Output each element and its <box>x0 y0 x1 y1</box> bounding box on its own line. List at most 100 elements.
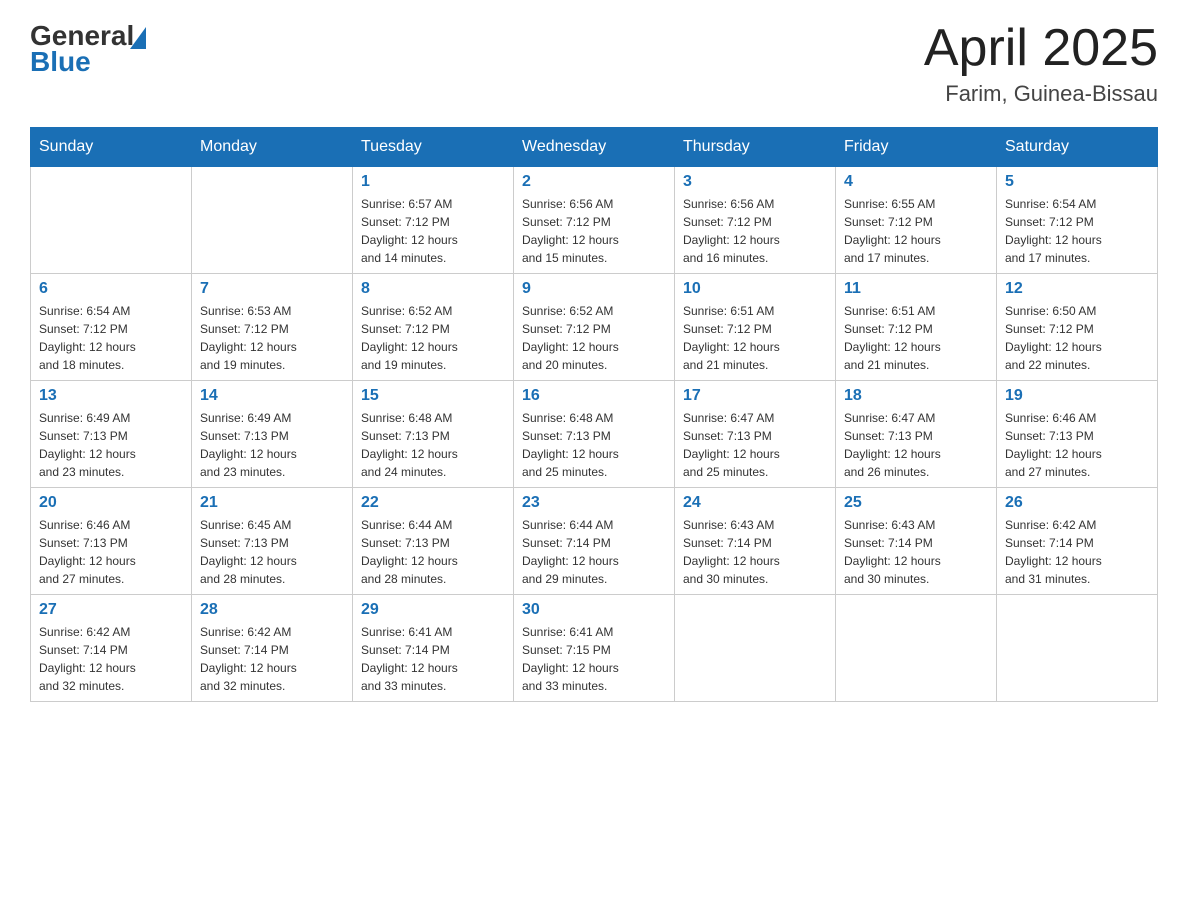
day-number: 2 <box>522 173 666 191</box>
calendar-cell: 16 Sunrise: 6:48 AM Sunset: 7:13 PM Dayli… <box>514 381 675 488</box>
day-info: Sunrise: 6:42 AM Sunset: 7:14 PM Dayligh… <box>39 623 183 695</box>
calendar-week-row: 27 Sunrise: 6:42 AM Sunset: 7:14 PM Dayli… <box>31 595 1158 702</box>
day-info: Sunrise: 6:52 AM Sunset: 7:12 PM Dayligh… <box>522 302 666 374</box>
day-number: 4 <box>844 173 988 191</box>
calendar-week-row: 13 Sunrise: 6:49 AM Sunset: 7:13 PM Dayli… <box>31 381 1158 488</box>
calendar-cell: 20 Sunrise: 6:46 AM Sunset: 7:13 PM Dayli… <box>31 488 192 595</box>
day-info: Sunrise: 6:49 AM Sunset: 7:13 PM Dayligh… <box>200 409 344 481</box>
calendar-cell <box>192 167 353 274</box>
day-info: Sunrise: 6:51 AM Sunset: 7:12 PM Dayligh… <box>844 302 988 374</box>
day-number: 24 <box>683 494 827 512</box>
calendar-cell: 7 Sunrise: 6:53 AM Sunset: 7:12 PM Daylig… <box>192 274 353 381</box>
calendar-cell: 29 Sunrise: 6:41 AM Sunset: 7:14 PM Dayli… <box>353 595 514 702</box>
calendar-cell: 2 Sunrise: 6:56 AM Sunset: 7:12 PM Daylig… <box>514 167 675 274</box>
day-info: Sunrise: 6:53 AM Sunset: 7:12 PM Dayligh… <box>200 302 344 374</box>
day-info: Sunrise: 6:41 AM Sunset: 7:15 PM Dayligh… <box>522 623 666 695</box>
day-info: Sunrise: 6:50 AM Sunset: 7:12 PM Dayligh… <box>1005 302 1149 374</box>
calendar-cell: 1 Sunrise: 6:57 AM Sunset: 7:12 PM Daylig… <box>353 167 514 274</box>
day-number: 12 <box>1005 280 1149 298</box>
day-info: Sunrise: 6:44 AM Sunset: 7:13 PM Dayligh… <box>361 516 505 588</box>
calendar-cell: 30 Sunrise: 6:41 AM Sunset: 7:15 PM Dayli… <box>514 595 675 702</box>
day-number: 1 <box>361 173 505 191</box>
day-number: 26 <box>1005 494 1149 512</box>
page-header: General Blue April 2025 Farim, Guinea-Bi… <box>30 20 1158 107</box>
day-number: 10 <box>683 280 827 298</box>
calendar-week-row: 20 Sunrise: 6:46 AM Sunset: 7:13 PM Dayli… <box>31 488 1158 595</box>
day-number: 25 <box>844 494 988 512</box>
logo-blue-text: Blue <box>30 46 91 78</box>
calendar-title: April 2025 <box>924 20 1158 77</box>
day-info: Sunrise: 6:56 AM Sunset: 7:12 PM Dayligh… <box>522 195 666 267</box>
calendar-cell <box>675 595 836 702</box>
day-number: 7 <box>200 280 344 298</box>
day-number: 17 <box>683 387 827 405</box>
calendar-cell: 27 Sunrise: 6:42 AM Sunset: 7:14 PM Dayli… <box>31 595 192 702</box>
calendar-week-row: 1 Sunrise: 6:57 AM Sunset: 7:12 PM Daylig… <box>31 167 1158 274</box>
day-info: Sunrise: 6:42 AM Sunset: 7:14 PM Dayligh… <box>200 623 344 695</box>
day-number: 30 <box>522 601 666 619</box>
day-info: Sunrise: 6:45 AM Sunset: 7:13 PM Dayligh… <box>200 516 344 588</box>
calendar-cell: 3 Sunrise: 6:56 AM Sunset: 7:12 PM Daylig… <box>675 167 836 274</box>
day-number: 14 <box>200 387 344 405</box>
day-info: Sunrise: 6:47 AM Sunset: 7:13 PM Dayligh… <box>844 409 988 481</box>
day-info: Sunrise: 6:41 AM Sunset: 7:14 PM Dayligh… <box>361 623 505 695</box>
day-info: Sunrise: 6:43 AM Sunset: 7:14 PM Dayligh… <box>844 516 988 588</box>
calendar-cell: 14 Sunrise: 6:49 AM Sunset: 7:13 PM Dayli… <box>192 381 353 488</box>
day-info: Sunrise: 6:46 AM Sunset: 7:13 PM Dayligh… <box>39 516 183 588</box>
day-of-week-header: Saturday <box>997 128 1158 167</box>
calendar-cell: 13 Sunrise: 6:49 AM Sunset: 7:13 PM Dayli… <box>31 381 192 488</box>
day-number: 16 <box>522 387 666 405</box>
calendar-cell: 21 Sunrise: 6:45 AM Sunset: 7:13 PM Dayli… <box>192 488 353 595</box>
day-number: 3 <box>683 173 827 191</box>
calendar-cell <box>836 595 997 702</box>
logo-triangle-icon <box>130 27 146 49</box>
day-number: 23 <box>522 494 666 512</box>
day-number: 8 <box>361 280 505 298</box>
day-number: 19 <box>1005 387 1149 405</box>
calendar-cell: 6Sunrise: 6:54 AM Sunset: 7:12 PM Daylig… <box>31 274 192 381</box>
day-of-week-header: Wednesday <box>514 128 675 167</box>
day-number: 20 <box>39 494 183 512</box>
day-number: 15 <box>361 387 505 405</box>
calendar-cell: 11 Sunrise: 6:51 AM Sunset: 7:12 PM Dayli… <box>836 274 997 381</box>
day-info: Sunrise: 6:42 AM Sunset: 7:14 PM Dayligh… <box>1005 516 1149 588</box>
day-number: 13 <box>39 387 183 405</box>
day-info: Sunrise: 6:48 AM Sunset: 7:13 PM Dayligh… <box>522 409 666 481</box>
day-info: Sunrise: 6:51 AM Sunset: 7:12 PM Dayligh… <box>683 302 827 374</box>
day-number: 11 <box>844 280 988 298</box>
title-block: April 2025 Farim, Guinea-Bissau <box>924 20 1158 107</box>
day-info: Sunrise: 6:47 AM Sunset: 7:13 PM Dayligh… <box>683 409 827 481</box>
day-info: Sunrise: 6:57 AM Sunset: 7:12 PM Dayligh… <box>361 195 505 267</box>
calendar-cell: 10 Sunrise: 6:51 AM Sunset: 7:12 PM Dayli… <box>675 274 836 381</box>
calendar-cell: 25 Sunrise: 6:43 AM Sunset: 7:14 PM Dayli… <box>836 488 997 595</box>
day-number: 29 <box>361 601 505 619</box>
day-info: Sunrise: 6:52 AM Sunset: 7:12 PM Dayligh… <box>361 302 505 374</box>
calendar-cell: 22Sunrise: 6:44 AM Sunset: 7:13 PM Dayli… <box>353 488 514 595</box>
calendar-cell: 12 Sunrise: 6:50 AM Sunset: 7:12 PM Dayli… <box>997 274 1158 381</box>
calendar-table: SundayMondayTuesdayWednesdayThursdayFrid… <box>30 127 1158 702</box>
day-of-week-header: Friday <box>836 128 997 167</box>
day-number: 9 <box>522 280 666 298</box>
day-info: Sunrise: 6:54 AM Sunset: 7:12 PM Dayligh… <box>1005 195 1149 267</box>
day-info: Sunrise: 6:56 AM Sunset: 7:12 PM Dayligh… <box>683 195 827 267</box>
day-number: 21 <box>200 494 344 512</box>
calendar-cell: 23 Sunrise: 6:44 AM Sunset: 7:14 PM Dayli… <box>514 488 675 595</box>
day-info: Sunrise: 6:43 AM Sunset: 7:14 PM Dayligh… <box>683 516 827 588</box>
calendar-cell: 28Sunrise: 6:42 AM Sunset: 7:14 PM Dayli… <box>192 595 353 702</box>
day-number: 27 <box>39 601 183 619</box>
day-info: Sunrise: 6:44 AM Sunset: 7:14 PM Dayligh… <box>522 516 666 588</box>
calendar-subtitle: Farim, Guinea-Bissau <box>924 81 1158 107</box>
calendar-cell <box>997 595 1158 702</box>
calendar-cell: 17 Sunrise: 6:47 AM Sunset: 7:13 PM Dayli… <box>675 381 836 488</box>
day-info: Sunrise: 6:46 AM Sunset: 7:13 PM Dayligh… <box>1005 409 1149 481</box>
day-number: 18 <box>844 387 988 405</box>
day-info: Sunrise: 6:49 AM Sunset: 7:13 PM Dayligh… <box>39 409 183 481</box>
calendar-cell: 24 Sunrise: 6:43 AM Sunset: 7:14 PM Dayli… <box>675 488 836 595</box>
calendar-cell: 4 Sunrise: 6:55 AM Sunset: 7:12 PM Daylig… <box>836 167 997 274</box>
calendar-cell: 8 Sunrise: 6:52 AM Sunset: 7:12 PM Daylig… <box>353 274 514 381</box>
day-info: Sunrise: 6:55 AM Sunset: 7:12 PM Dayligh… <box>844 195 988 267</box>
calendar-cell: 19 Sunrise: 6:46 AM Sunset: 7:13 PM Dayli… <box>997 381 1158 488</box>
calendar-header-row: SundayMondayTuesdayWednesdayThursdayFrid… <box>31 128 1158 167</box>
day-of-week-header: Tuesday <box>353 128 514 167</box>
logo: General Blue <box>30 20 146 78</box>
